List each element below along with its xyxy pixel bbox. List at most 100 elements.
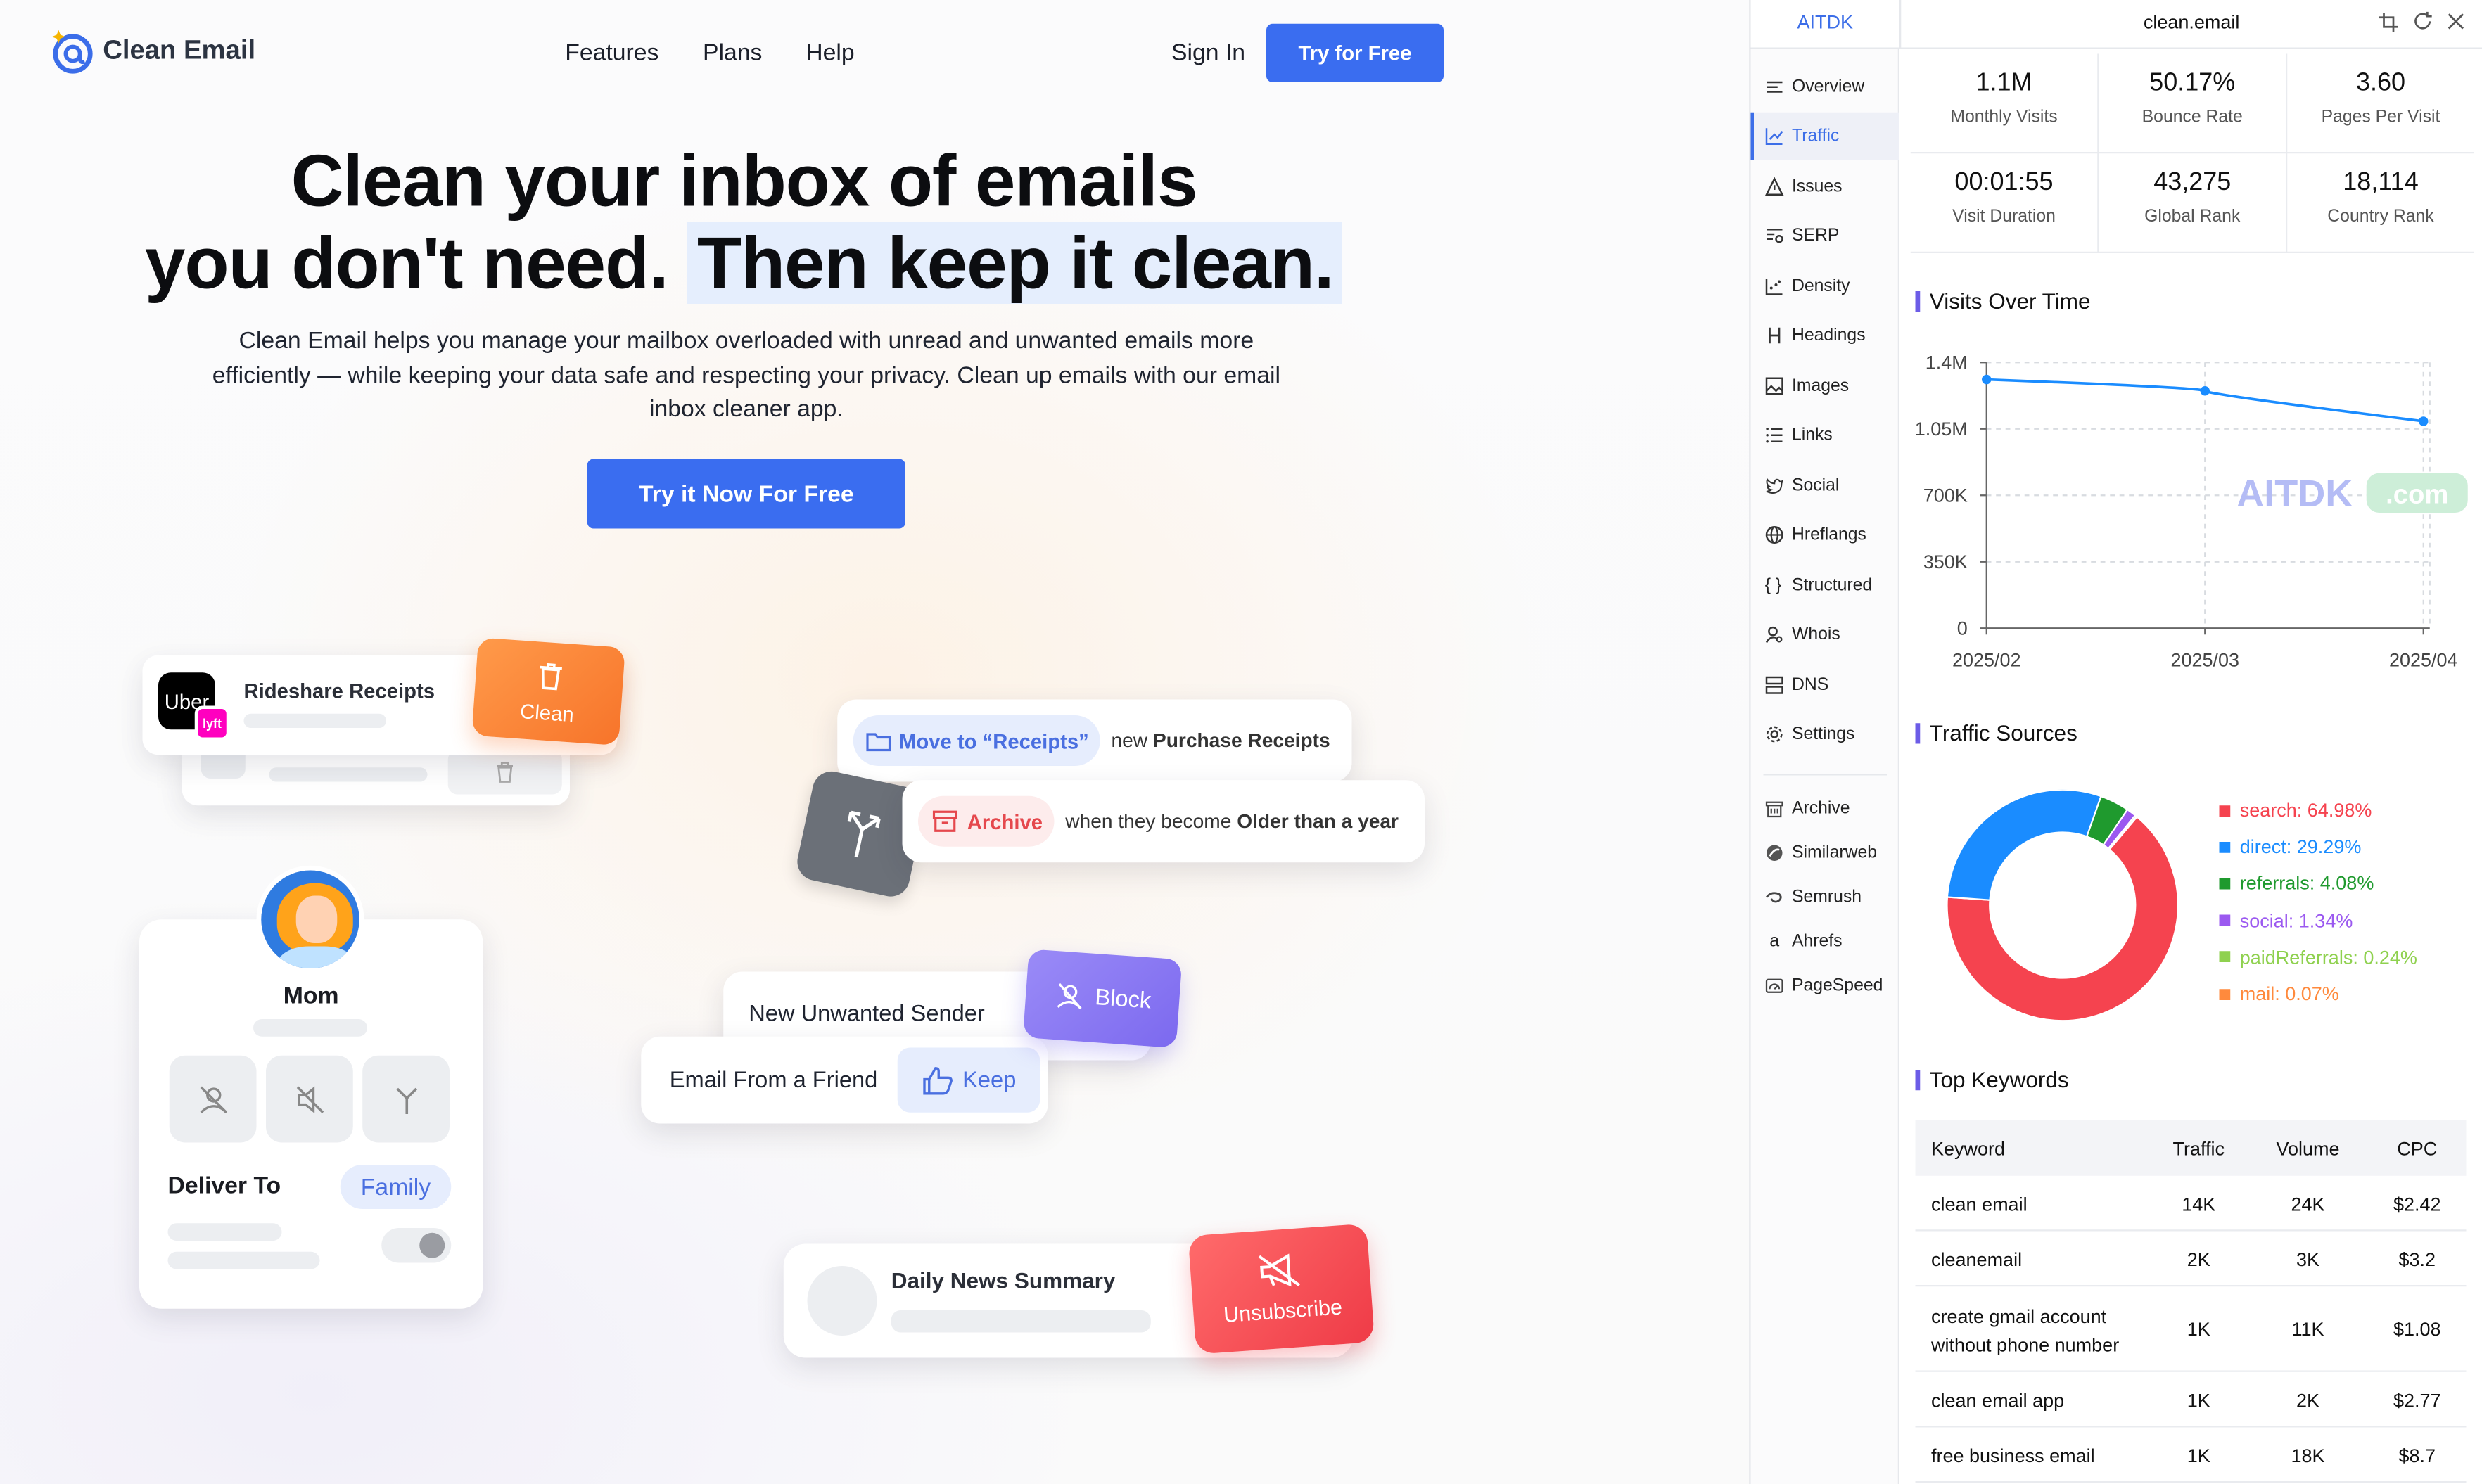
crop-icon[interactable]: [2379, 13, 2398, 32]
clean-email-website: Clean Email Features Plans Help Sign In …: [0, 0, 1750, 1484]
nav-features[interactable]: Features: [565, 39, 658, 66]
table-row[interactable]: cleanemail 2K 3K $3.2: [1915, 1232, 2467, 1287]
menu-lines-icon: [1767, 81, 1783, 93]
sidebar-item-hreflangs[interactable]: Hreflangs: [1751, 511, 1900, 559]
archive-pill[interactable]: Archive: [918, 795, 1055, 847]
thumbs-up-icon: [923, 1066, 953, 1094]
table-row[interactable]: create gmail account without phone numbe…: [1915, 1286, 2467, 1372]
legend-item-paidReferrals[interactable]: paidReferrals: 0.24%: [2219, 946, 2417, 968]
nav-plans[interactable]: Plans: [703, 39, 762, 66]
panel-sidebar: Overview Traffic Issues SERP Density Hea…: [1750, 49, 1900, 1484]
mute-tile[interactable]: [266, 1055, 353, 1143]
block-button[interactable]: Block: [1022, 949, 1183, 1049]
family-tag[interactable]: Family: [340, 1165, 452, 1209]
x-tick-label: 2025/03: [2170, 649, 2239, 670]
traffic-sources-title: Traffic Sources: [1916, 720, 2077, 746]
volume-cell: 11K: [2291, 1318, 2324, 1341]
sender-avatar: [807, 1266, 877, 1336]
refresh-icon[interactable]: [2412, 11, 2433, 32]
sign-in-link[interactable]: Sign In: [1171, 39, 1245, 66]
sidebar-item-issues[interactable]: Issues: [1751, 163, 1900, 211]
lyft-logo: lyft: [194, 705, 230, 741]
kw-cell: cleanemail: [1931, 1248, 2023, 1271]
ext-link-archive[interactable]: Archive: [1751, 786, 1900, 831]
ext-link-label: PageSpeed: [1792, 976, 1883, 996]
traffic-cell: 14K: [2182, 1193, 2216, 1216]
legend-item-social[interactable]: social: 1.34%: [2219, 909, 2353, 931]
archive-rule-text: when they become Older than a year: [1065, 810, 1399, 833]
sidebar-item-social[interactable]: Social: [1751, 462, 1900, 510]
sidebar-label: Density: [1792, 276, 1850, 296]
legend-swatch: [2219, 805, 2231, 816]
sidebar-item-serp[interactable]: SERP: [1751, 212, 1900, 260]
volume-cell: 24K: [2291, 1193, 2325, 1216]
ext-link-ahrefs[interactable]: a Ahrefs: [1751, 919, 1900, 964]
sidebar-label: Settings: [1792, 724, 1855, 744]
keep-button[interactable]: Keep: [897, 1047, 1040, 1113]
try-for-free-button[interactable]: Try for Free: [1266, 23, 1444, 82]
table-row[interactable]: free business email 1K 18K $8.7: [1915, 1428, 2467, 1483]
legend-item-mail[interactable]: mail: 0.07%: [2219, 983, 2339, 1005]
ext-link-pagespeed[interactable]: PageSpeed: [1751, 964, 1900, 1008]
legend-item-search[interactable]: search: 64.98%: [2219, 799, 2372, 821]
route-tile[interactable]: [362, 1055, 450, 1143]
sidebar-item-density[interactable]: Density: [1751, 263, 1900, 311]
sidebar-label: Overview: [1792, 77, 1865, 97]
sidebar-item-overview[interactable]: Overview: [1751, 63, 1900, 111]
aitdk-extension-panel: AITDK clean.email Overview Traffic Issue…: [1749, 0, 2482, 1484]
braces-icon: { }: [1764, 576, 1782, 595]
clean-button-label: Clean: [519, 699, 575, 727]
unsubscribe-button[interactable]: Unsubscribe: [1188, 1223, 1375, 1355]
trash-icon: [497, 762, 513, 783]
sidebar-label: Structured: [1792, 576, 1873, 595]
sidebar-item-links[interactable]: Links: [1751, 411, 1900, 459]
sidebar-label: Links: [1792, 426, 1833, 445]
move-to-receipts-pill[interactable]: Move to “Receipts”: [853, 715, 1100, 766]
ext-link-label: Ahrefs: [1792, 932, 1843, 952]
legend-label: direct: 29.29%: [2239, 836, 2362, 858]
heading-icon: [1769, 327, 1781, 344]
muted-megaphone-icon: [1258, 1253, 1301, 1287]
sidebar-item-dns[interactable]: DNS: [1751, 662, 1900, 710]
sidebar-item-traffic[interactable]: Traffic: [1750, 112, 1899, 160]
stat-bounce-rate: 50.17% Bounce Rate: [2141, 70, 2243, 127]
trash-icon: [540, 663, 562, 691]
table-row[interactable]: clean email app 1K 2K $2.77: [1915, 1372, 2467, 1428]
archive-label: Archive: [967, 809, 1043, 833]
sidebar-label: Headings: [1792, 326, 1866, 345]
sidebar-item-whois[interactable]: Whois: [1751, 611, 1900, 659]
col-volume: Volume: [2276, 1137, 2340, 1160]
volume-cell: 18K: [2291, 1445, 2325, 1467]
sidebar-label: Social: [1792, 476, 1840, 496]
friend-email-text: Email From a Friend: [669, 1068, 878, 1094]
brand-logo[interactable]: Clean Email: [49, 27, 255, 75]
traffic-cell: 2K: [2187, 1248, 2210, 1271]
sidebar-item-structured[interactable]: { } Structured: [1751, 562, 1900, 610]
traffic-sources-donut: [1947, 789, 2178, 1021]
watermark-text: AITDK: [2236, 473, 2353, 515]
panel-topbar: AITDK clean.email: [1750, 0, 2482, 49]
nav-help[interactable]: Help: [806, 39, 854, 66]
ext-link-similarweb[interactable]: Similarweb: [1751, 831, 1900, 875]
col-traffic: Traffic: [2172, 1137, 2225, 1160]
legend-item-referrals[interactable]: referrals: 4.08%: [2219, 873, 2374, 895]
try-it-now-button[interactable]: Try it Now For Free: [587, 459, 905, 529]
block-tile[interactable]: [169, 1055, 257, 1143]
x-tick-label: 2025/02: [1952, 649, 2021, 670]
at-sign-logo-icon: [51, 30, 93, 74]
sidebar-item-images[interactable]: Images: [1751, 362, 1900, 410]
clean-button[interactable]: Clean: [471, 637, 625, 746]
ext-link-semrush[interactable]: Semrush: [1751, 875, 1900, 919]
col-cpc: CPC: [2397, 1137, 2438, 1160]
daily-news-title: Daily News Summary: [891, 1267, 1116, 1293]
sidebar-item-headings[interactable]: Headings: [1751, 312, 1900, 359]
close-icon[interactable]: [2448, 13, 2465, 30]
table-row[interactable]: clean email 14K 24K $2.42: [1915, 1176, 2467, 1232]
y-tick-label: 700K: [1923, 485, 1968, 506]
legend-item-direct[interactable]: direct: 29.29%: [2219, 836, 2362, 858]
sidebar-item-settings[interactable]: Settings: [1751, 710, 1900, 758]
data-point: [2419, 416, 2429, 426]
x-tick-label: 2025/04: [2389, 649, 2458, 670]
volume-cell: 2K: [2296, 1389, 2320, 1412]
deliver-toggle[interactable]: [381, 1228, 452, 1263]
